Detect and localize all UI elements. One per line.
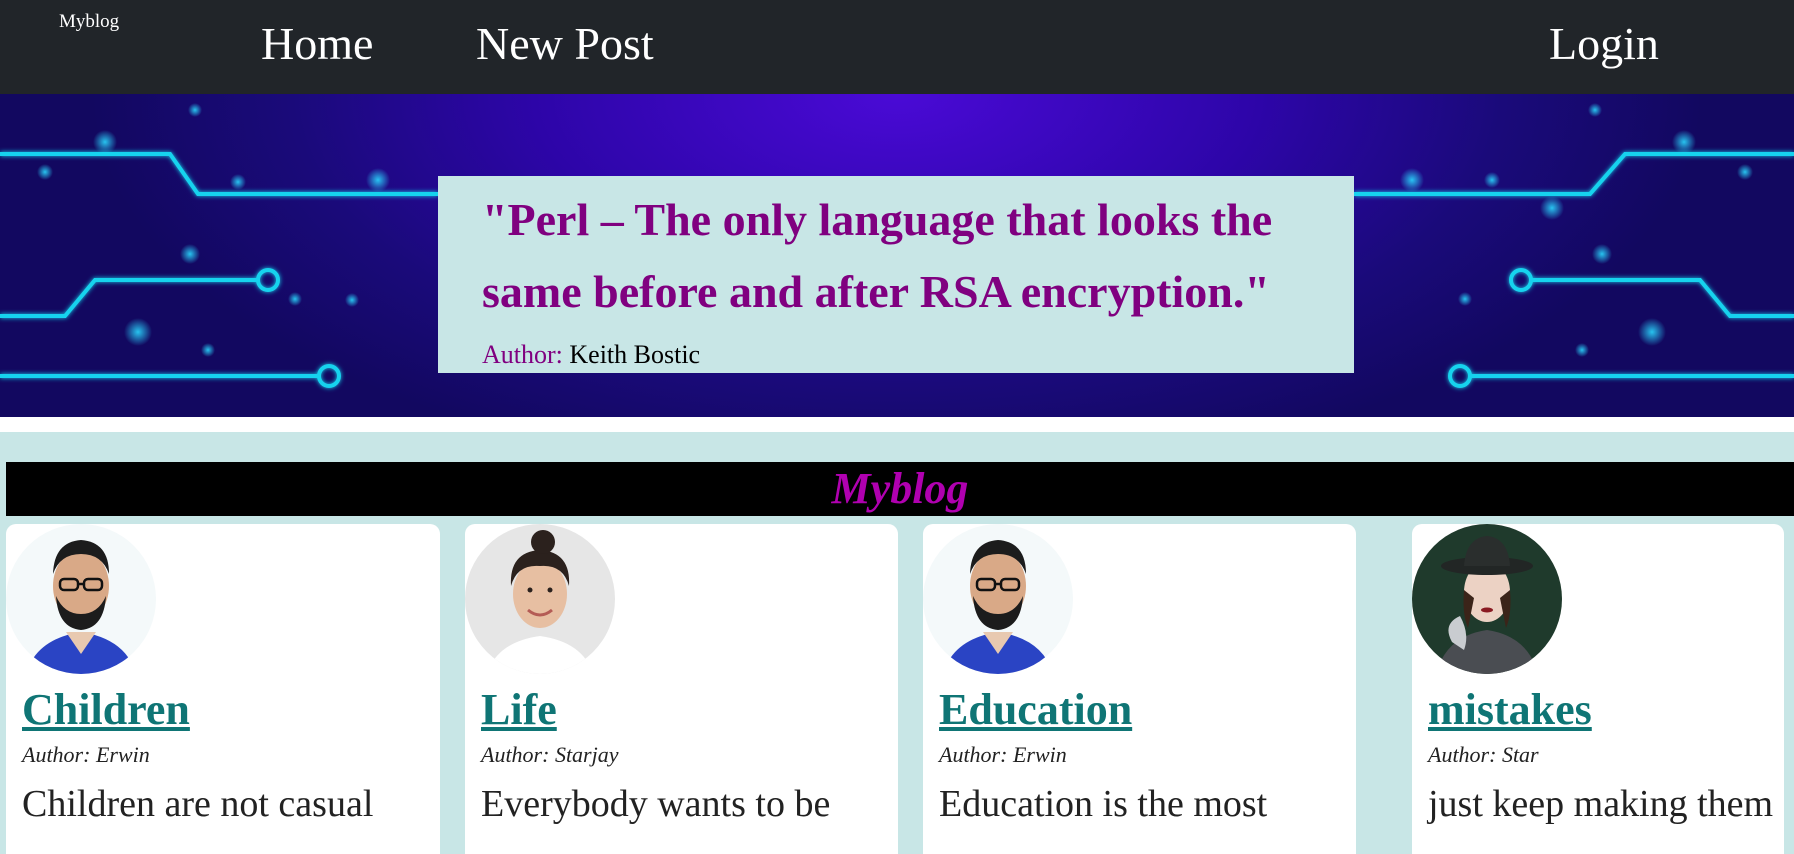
post-excerpt: Everybody wants to be <box>481 783 831 825</box>
blog-title: Myblog <box>831 464 969 513</box>
quote-author-label: Author: <box>482 340 563 369</box>
blog-title-banner: Myblog <box>6 462 1794 516</box>
post-author: Author: Starjay <box>481 742 619 767</box>
quote-author: Author: Keith Bostic <box>482 340 1310 370</box>
smiling-woman-avatar <box>465 524 615 674</box>
post-card-education: Education Author: Erwin Education is the… <box>923 524 1356 854</box>
post-card-children: Children Author: Erwin Children are not … <box>6 524 440 854</box>
post-title-link[interactable]: Education <box>939 684 1132 736</box>
nav-new-post-link[interactable]: New Post <box>476 17 654 71</box>
post-card-mistakes: mistakes Author: Star just keep making t… <box>1412 524 1784 854</box>
nav-login-link[interactable]: Login <box>1549 17 1659 71</box>
blog-main: Myblog Children Author: Erwin Children a… <box>0 432 1794 854</box>
bearded-man-glasses-avatar <box>923 524 1073 674</box>
post-author: Author: Star <box>1428 742 1539 767</box>
post-excerpt: Education is the most <box>939 783 1268 825</box>
post-title-link[interactable]: mistakes <box>1428 684 1592 736</box>
post-author: Author: Erwin <box>939 742 1067 767</box>
brand-link[interactable]: Myblog <box>59 11 119 33</box>
hero-banner: "Perl – The only language that looks the… <box>0 94 1794 417</box>
post-title-link[interactable]: Life <box>481 684 557 736</box>
nav-home-link[interactable]: Home <box>261 17 373 71</box>
quote-box: "Perl – The only language that looks the… <box>438 176 1354 373</box>
quote-text: "Perl – The only language that looks the… <box>482 194 1273 317</box>
post-card-life: Life Author: Starjay Everybody wants to … <box>465 524 898 854</box>
post-excerpt: Children are not casual <box>22 783 374 825</box>
navbar: Myblog Home New Post Login <box>0 0 1794 94</box>
post-author: Author: Erwin <box>22 742 150 767</box>
quote-author-name: Keith Bostic <box>569 340 701 369</box>
woman-with-hat-avatar <box>1412 524 1562 674</box>
post-excerpt: just keep making them <box>1428 783 1774 825</box>
bearded-man-glasses-avatar <box>6 524 156 674</box>
post-title-link[interactable]: Children <box>22 684 190 736</box>
